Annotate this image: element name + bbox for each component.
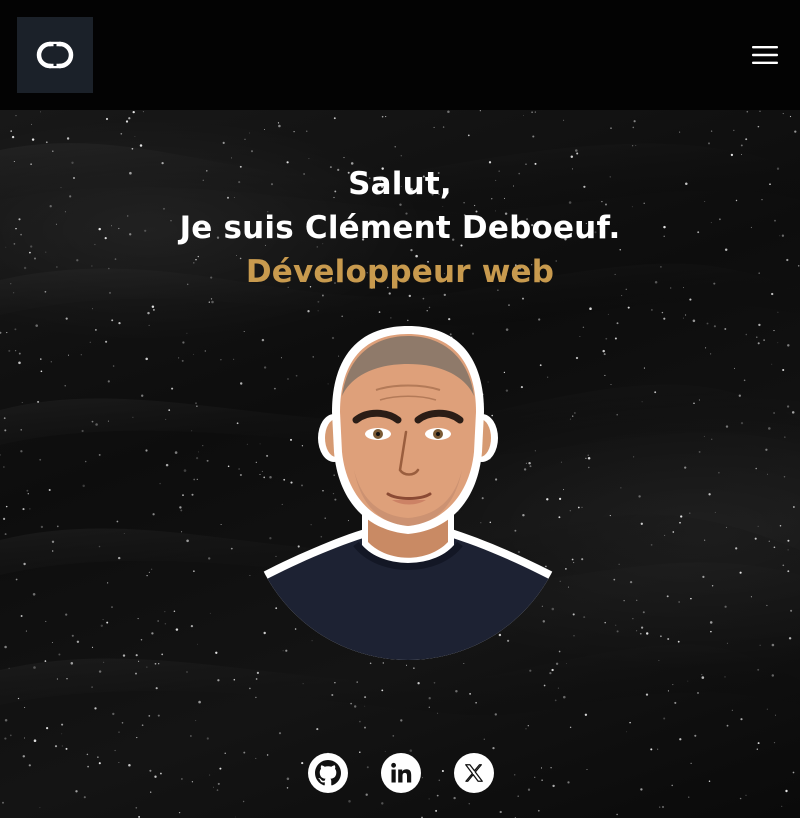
cd-logo-icon <box>36 41 74 69</box>
linkedin-icon <box>391 762 412 783</box>
avatar <box>244 320 572 662</box>
x-link[interactable] <box>454 753 494 793</box>
site-header <box>0 0 800 110</box>
hero-section: Salut, Je suis Clément Deboeuf. Développ… <box>0 110 800 818</box>
intro-text: Je suis Clément Deboeuf. <box>179 210 621 246</box>
hero-headline: Salut, Je suis Clément Deboeuf. Développ… <box>0 162 800 294</box>
developer-avatar-portrait <box>246 326 570 660</box>
logo-link[interactable] <box>17 17 93 93</box>
menu-button[interactable] <box>747 41 783 69</box>
x-twitter-icon <box>465 764 483 782</box>
github-icon <box>315 760 341 786</box>
page: Salut, Je suis Clément Deboeuf. Développ… <box>0 0 800 818</box>
social-links <box>0 753 800 795</box>
greeting-text: Salut, <box>348 166 452 202</box>
linkedin-link[interactable] <box>381 753 421 793</box>
hamburger-menu-icon <box>752 46 778 64</box>
github-link[interactable] <box>308 753 348 793</box>
role-text: Développeur web <box>245 254 555 290</box>
